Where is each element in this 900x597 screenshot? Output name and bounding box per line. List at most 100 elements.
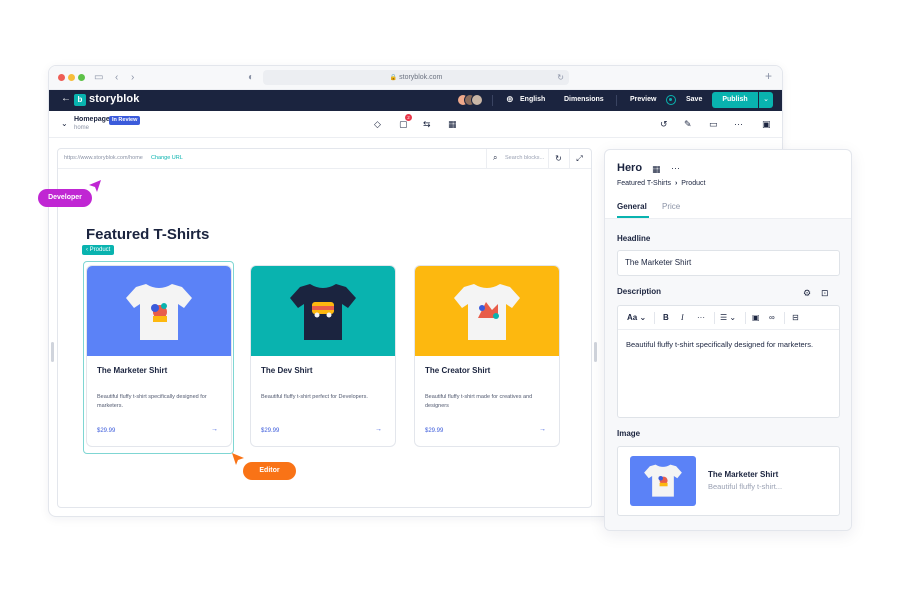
avatar (471, 94, 483, 106)
notification-badge: 2 (405, 114, 412, 121)
description-text: Beautiful fluffy t-shirt specifically de… (626, 340, 814, 349)
search-blocks[interactable]: ⌕ Search blocks... (486, 149, 546, 169)
dimensions-button[interactable]: Dimensions (564, 96, 604, 103)
product-name: The Marketer Shirt (97, 366, 168, 375)
breadcrumb: Featured T-Shirts › Product (617, 180, 705, 187)
address-bar[interactable]: 🔒 storyblok.com ↻ (263, 70, 569, 85)
lock-icon: 🔒 (389, 75, 398, 81)
selected-block-tag-label: Product (89, 247, 111, 253)
selected-block-tag[interactable]: ‹ Product (82, 245, 115, 255)
tools-icon[interactable]: ✎ (684, 118, 692, 130)
sidebar-toggle-icon[interactable]: ▭ (94, 71, 103, 85)
app-topbar: ← b storyblok ⊕ English Dimensions Previ… (49, 90, 782, 111)
text-style-label: Aa (627, 313, 638, 322)
visual-editor-canvas: https://www.storyblok.com/home Change UR… (57, 148, 592, 508)
minimize-window-button[interactable] (68, 74, 75, 81)
maximize-window-button[interactable] (78, 74, 85, 81)
bold-icon[interactable]: B (663, 312, 669, 324)
text-style-dropdown[interactable]: Aa ⌄ (627, 312, 646, 324)
panel-title: Hero (617, 162, 643, 174)
product-card[interactable]: The Dev Shirt Beautiful fluffy t-shirt p… (250, 265, 396, 447)
description-label: Description (617, 287, 662, 296)
status-badge: In Review (109, 116, 141, 125)
more-icon[interactable]: ··· (697, 312, 705, 324)
link-icon[interactable]: ∞ (769, 312, 775, 324)
publish-button[interactable]: Publish (712, 92, 758, 108)
tab-price[interactable]: Price (662, 202, 680, 211)
canvas-url-bar: https://www.storyblok.com/home Change UR… (58, 149, 591, 169)
product-card[interactable]: The Marketer Shirt Beautiful fluffy t-sh… (86, 265, 232, 447)
image-icon[interactable]: ▣ (752, 312, 760, 324)
calendar-icon[interactable]: ▦ (652, 163, 661, 175)
product-price: $29.99 (425, 428, 444, 434)
more-icon[interactable]: ··· (734, 118, 743, 130)
back-icon[interactable]: ‹ (115, 71, 118, 85)
product-card[interactable]: The Creator Shirt Beautiful fluffy t-shi… (414, 265, 560, 447)
editor-cursor-icon (232, 453, 244, 465)
search-icon: ⌕ (493, 153, 498, 162)
tshirt-icon (126, 284, 192, 340)
asset-thumbnail (630, 456, 696, 506)
save-button[interactable]: Save (686, 96, 702, 103)
product-description: Beautiful fluffy t-shirt perfect for Dev… (261, 394, 368, 400)
settings-sliders-icon[interactable]: ⇆ (423, 118, 431, 130)
block-editor-panel: Hero ▦ ··· Featured T-Shirts › Product Gen… (604, 149, 852, 531)
tshirt-icon (644, 464, 682, 497)
headline-label: Headline (617, 234, 651, 243)
arrow-right-icon[interactable]: → (211, 426, 218, 433)
refresh-icon[interactable]: ↻ (548, 149, 568, 169)
resize-handle-left[interactable] (51, 342, 54, 362)
product-name: The Creator Shirt (425, 366, 491, 375)
story-bar: ⌄ Homepage In Review home ◇ ▢ 2 ⇆ ▦ ↺ ✎ … (49, 111, 782, 138)
image-asset[interactable]: The Marketer Shirt Beautiful fluffy t-sh… (617, 446, 840, 516)
history-icon[interactable]: ↺ (660, 118, 668, 130)
embed-icon[interactable]: ⊟ (792, 312, 799, 324)
diamond-icon[interactable]: ◇ (374, 118, 381, 130)
developer-cursor-icon (89, 180, 101, 192)
resize-handle-right[interactable] (594, 342, 597, 362)
story-name[interactable]: Homepage (74, 116, 110, 123)
italic-icon[interactable]: I (681, 312, 684, 324)
more-icon[interactable]: ··· (671, 162, 680, 174)
reload-icon[interactable]: ↻ (557, 70, 564, 85)
chevron-right-icon: › (674, 180, 678, 187)
monitor-icon[interactable]: ▭ (709, 118, 718, 130)
image-label: Image (617, 429, 641, 438)
panel-toggle-icon[interactable]: ▣ (762, 118, 771, 130)
product-name: The Dev Shirt (261, 366, 313, 375)
product-image (251, 266, 395, 356)
address-bar-url: storyblok.com (399, 74, 443, 81)
section-title: Featured T-Shirts (86, 226, 210, 243)
description-editor[interactable]: Aa ⌄ B I ··· ☰ ⌄ ▣ ∞ ⊟ Beautiful fluffy … (617, 305, 840, 418)
preview-button[interactable]: Preview (630, 96, 656, 103)
calendar-icon[interactable]: ▦ (448, 118, 457, 130)
chevron-down-icon[interactable]: ⌄ (61, 119, 68, 128)
app-logo: storyblok (89, 93, 140, 105)
chevron-down-icon[interactable]: ⌄ (759, 92, 773, 108)
back-arrow-icon[interactable]: ← (61, 93, 71, 104)
gear-icon[interactable]: ⚙ (803, 287, 811, 299)
headline-field[interactable]: The Marketer Shirt (617, 250, 840, 276)
asset-name: The Marketer Shirt (708, 470, 779, 479)
arrow-right-icon[interactable]: → (539, 426, 546, 433)
story-slug: home (74, 125, 90, 131)
divider (714, 312, 715, 324)
globe-icon: ⊕ (506, 94, 514, 104)
asset-description: Beautiful fluffy t-shirt... (708, 482, 783, 491)
breadcrumb-item[interactable]: Product (681, 180, 705, 187)
new-tab-icon[interactable]: + (765, 69, 772, 83)
close-window-button[interactable] (58, 74, 65, 81)
ai-assist-icon[interactable]: ⊡ (821, 287, 829, 299)
change-url-link[interactable]: Change URL (151, 155, 183, 161)
search-blocks-placeholder: Search blocks... (505, 155, 545, 161)
language-selector[interactable]: English (520, 96, 545, 103)
product-description: Beautiful fluffy t-shirt made for creati… (425, 394, 533, 409)
privacy-shield-icon[interactable]: ◐ (248, 71, 254, 85)
forward-icon[interactable]: › (131, 71, 134, 85)
list-dropdown-icon[interactable]: ☰ ⌄ (720, 312, 736, 324)
expand-icon[interactable]: ⤢ (569, 149, 589, 169)
divider (616, 95, 617, 106)
arrow-right-icon[interactable]: → (375, 426, 382, 433)
breadcrumb-item[interactable]: Featured T-Shirts (617, 180, 671, 187)
tab-general[interactable]: General (617, 202, 647, 211)
